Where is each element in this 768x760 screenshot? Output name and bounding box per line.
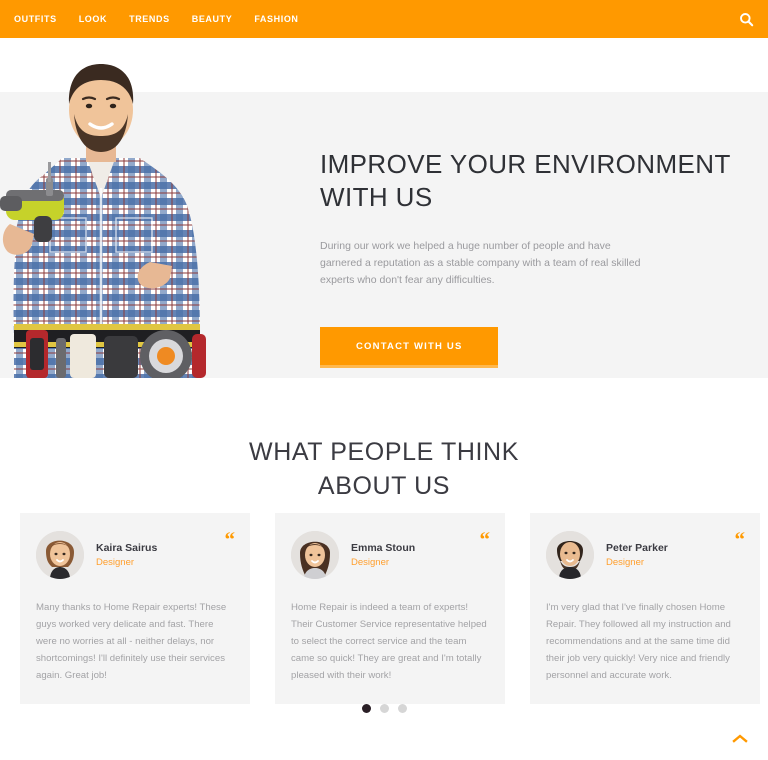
section-title: WHAT PEOPLE THINK ABOUT US: [0, 436, 768, 504]
pagination-dot-1[interactable]: [361, 704, 371, 713]
avatar: [36, 531, 84, 579]
search-icon[interactable]: [736, 9, 756, 29]
testimonial-card: “: [530, 513, 760, 705]
nav-links: OUTFITS LOOK TRENDS BEAUTY FASHION: [14, 0, 299, 38]
hero-section: IMPROVE YOUR ENVIRONMENT WITH US During …: [0, 38, 768, 378]
avatar: [546, 531, 594, 579]
pagination-dot-3[interactable]: [397, 704, 407, 713]
testimonial-cards: “ Kaira Sairus Designer Many thanks to H…: [20, 513, 760, 705]
testimonial-role: Designer: [606, 557, 645, 568]
testimonial-header: Emma Stoun Designer: [291, 531, 489, 579]
testimonial-text: I'm very glad that I've finally chosen H…: [546, 602, 731, 682]
testimonial-name: Emma Stoun: [351, 542, 416, 554]
testimonials-section: WHAT PEOPLE THINK ABOUT US “ Kaira Sairu…: [0, 378, 768, 760]
testimonial-role: Designer: [351, 557, 390, 568]
nav-item-outfits[interactable]: OUTFITS: [14, 0, 57, 38]
section-title-line-1: WHAT PEOPLE THINK: [249, 438, 519, 466]
hero-paragraph: During our work we helped a huge number …: [320, 239, 641, 287]
hero-photo: [0, 38, 232, 378]
testimonial-role: Designer: [96, 557, 135, 568]
testimonial-person: Kaira Sairus Designer: [96, 542, 157, 568]
section-title-line-2: ABOUT US: [317, 471, 451, 500]
pagination-dot-2[interactable]: [379, 704, 389, 713]
testimonial-person: Emma Stoun Designer: [351, 542, 415, 568]
avatar: [291, 531, 339, 579]
nav-item-beauty[interactable]: BEAUTY: [192, 0, 233, 38]
testimonial-card: “: [20, 513, 250, 705]
top-navbar: OUTFITS LOOK TRENDS BEAUTY FASHION: [0, 0, 768, 38]
nav-item-fashion[interactable]: FASHION: [254, 0, 298, 38]
carousel-pagination: [0, 704, 768, 713]
nav-item-look[interactable]: LOOK: [79, 0, 107, 38]
page-root: OUTFITS LOOK TRENDS BEAUTY FASHION IMPRO…: [0, 0, 768, 760]
chevron-up-icon[interactable]: [728, 728, 752, 748]
testimonial-text: Many thanks to Home Repair experts! Thes…: [36, 602, 227, 682]
quote-icon: “: [224, 527, 235, 551]
testimonial-name: Peter Parker: [606, 542, 668, 554]
hero-title: IMPROVE YOUR ENVIRONMENT WITH US: [320, 149, 731, 213]
contact-with-us-button[interactable]: CONTACT WITH US: [320, 327, 499, 369]
testimonial-card: “: [275, 513, 505, 705]
testimonial-header: Peter Parker Designer: [546, 531, 744, 579]
quote-icon: “: [479, 527, 490, 551]
testimonial-text: Home Repair is indeed a team of experts!…: [291, 602, 487, 682]
testimonial-name: Kaira Sairus: [96, 542, 158, 554]
testimonial-person: Peter Parker Designer: [606, 542, 668, 568]
nav-item-trends[interactable]: TRENDS: [129, 0, 170, 38]
testimonial-header: Kaira Sairus Designer: [36, 531, 234, 579]
quote-icon: “: [734, 527, 745, 551]
hero-content: IMPROVE YOUR ENVIRONMENT WITH US During …: [320, 148, 745, 369]
